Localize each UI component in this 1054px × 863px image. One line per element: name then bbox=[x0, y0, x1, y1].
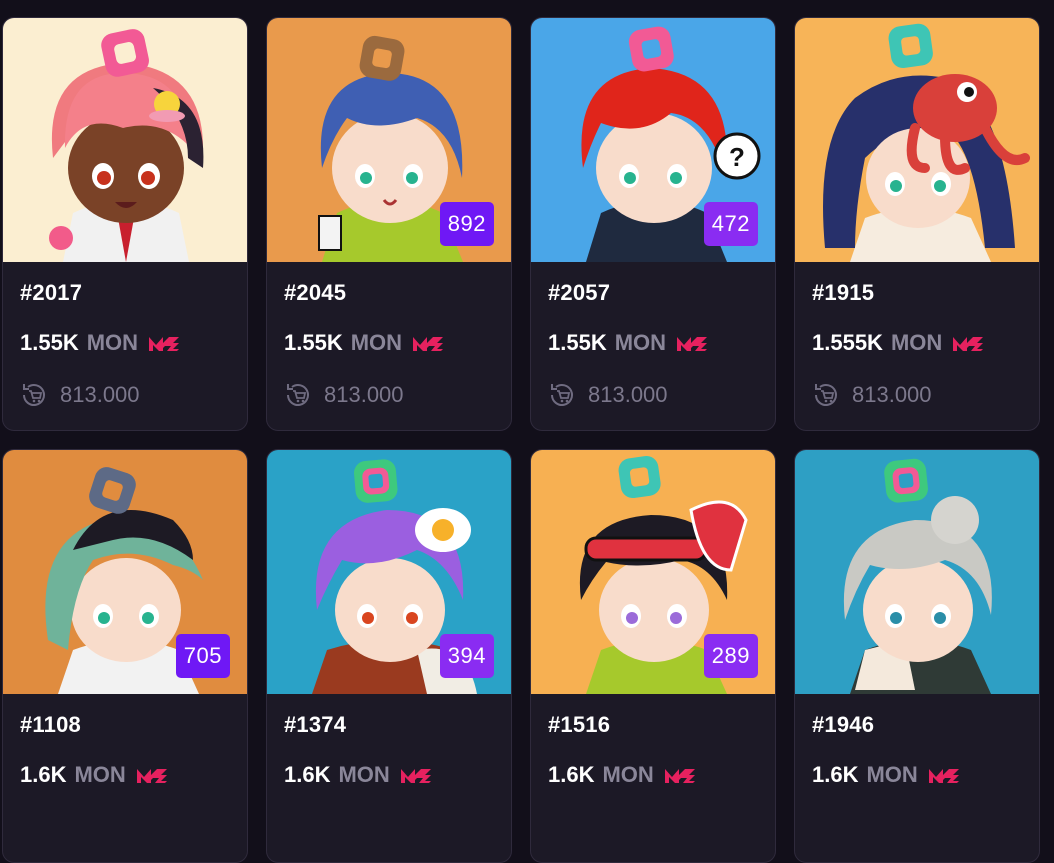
offer-row: 813.000 bbox=[284, 380, 404, 410]
nft-card[interactable]: ? 472 #2057 1.55K MON 813.000 bbox=[530, 17, 776, 431]
cart-refresh-icon bbox=[551, 384, 573, 406]
magic-eden-icon bbox=[928, 769, 959, 783]
price-row: 1.55K MON bbox=[284, 329, 445, 357]
nft-price: 1.55K bbox=[284, 330, 343, 355]
nft-card[interactable]: #1915 1.555K MON 813.000 bbox=[794, 17, 1040, 431]
nft-price: 1.6K bbox=[548, 762, 595, 787]
nft-image bbox=[795, 450, 1039, 694]
currency-label: MON bbox=[74, 762, 126, 787]
nft-card[interactable]: 892 #2045 1.55K MON 813.000 bbox=[266, 17, 512, 431]
price-row: 1.55K MON bbox=[548, 329, 709, 357]
svg-text:?: ? bbox=[729, 142, 745, 172]
currency-label: MON bbox=[890, 330, 943, 355]
price-row: 1.55K MON bbox=[20, 329, 181, 357]
nft-price: 1.6K bbox=[812, 762, 859, 787]
nft-image bbox=[3, 18, 247, 262]
price-row: 1.6K MON bbox=[548, 761, 697, 789]
nft-price: 1.55K bbox=[548, 330, 607, 355]
price-row: 1.6K MON bbox=[284, 761, 433, 789]
magic-eden-icon bbox=[413, 337, 444, 351]
currency-label: MON bbox=[350, 330, 403, 355]
best-offer-value: 813.000 bbox=[588, 382, 668, 407]
rank-badge: 289 bbox=[703, 634, 758, 678]
currency-label: MON bbox=[602, 762, 654, 787]
nft-image bbox=[795, 18, 1039, 262]
price-row: 1.6K MON bbox=[812, 761, 961, 789]
nft-card[interactable]: 394 #1374 1.6K MON bbox=[266, 449, 512, 863]
price-row: 1.6K MON bbox=[20, 761, 169, 789]
offer-row: 813.000 bbox=[812, 380, 932, 410]
nft-name[interactable]: #2017 bbox=[20, 280, 82, 306]
magic-eden-icon bbox=[400, 769, 431, 783]
best-offer-value: 813.000 bbox=[60, 382, 140, 407]
rank-badge: 892 bbox=[439, 202, 494, 246]
currency-label: MON bbox=[86, 330, 139, 355]
magic-eden-icon bbox=[664, 769, 695, 783]
best-offer-value: 813.000 bbox=[852, 382, 932, 407]
nft-grid: #2017 1.55K MON 813.000 892 #2045 1.55K … bbox=[0, 0, 1054, 863]
nft-price: 1.555K bbox=[812, 330, 883, 355]
nft-card[interactable]: #2017 1.55K MON 813.000 bbox=[2, 17, 248, 431]
currency-label: MON bbox=[614, 330, 667, 355]
nft-name[interactable]: #1946 bbox=[812, 712, 874, 738]
nft-price: 1.6K bbox=[20, 762, 67, 787]
nft-card[interactable]: 289 #1516 1.6K MON bbox=[530, 449, 776, 863]
magic-eden-icon bbox=[136, 769, 167, 783]
nft-card[interactable]: 705 #1108 1.6K MON bbox=[2, 449, 248, 863]
cart-refresh-icon bbox=[815, 384, 837, 406]
rank-badge: 394 bbox=[439, 634, 494, 678]
currency-label: MON bbox=[338, 762, 390, 787]
magic-eden-icon bbox=[953, 337, 984, 351]
currency-label: MON bbox=[866, 762, 918, 787]
nft-price: 1.6K bbox=[284, 762, 331, 787]
nft-name[interactable]: #2045 bbox=[284, 280, 346, 306]
nft-price: 1.55K bbox=[20, 330, 79, 355]
magic-eden-icon bbox=[149, 337, 180, 351]
nft-name[interactable]: #1374 bbox=[284, 712, 346, 738]
nft-name[interactable]: #1108 bbox=[20, 712, 81, 738]
offer-row: 813.000 bbox=[20, 380, 140, 410]
best-offer-value: 813.000 bbox=[324, 382, 404, 407]
nft-name[interactable]: #1915 bbox=[812, 280, 874, 306]
nft-name[interactable]: #2057 bbox=[548, 280, 610, 306]
nft-name[interactable]: #1516 bbox=[548, 712, 610, 738]
magic-eden-icon bbox=[677, 337, 708, 351]
nft-card[interactable]: #1946 1.6K MON bbox=[794, 449, 1040, 863]
cart-refresh-icon bbox=[23, 384, 45, 406]
rank-badge: 472 bbox=[703, 202, 758, 246]
cart-refresh-icon bbox=[287, 384, 309, 406]
rank-badge: 705 bbox=[175, 634, 230, 678]
offer-row: 813.000 bbox=[548, 380, 668, 410]
price-row: 1.555K MON bbox=[812, 329, 985, 357]
